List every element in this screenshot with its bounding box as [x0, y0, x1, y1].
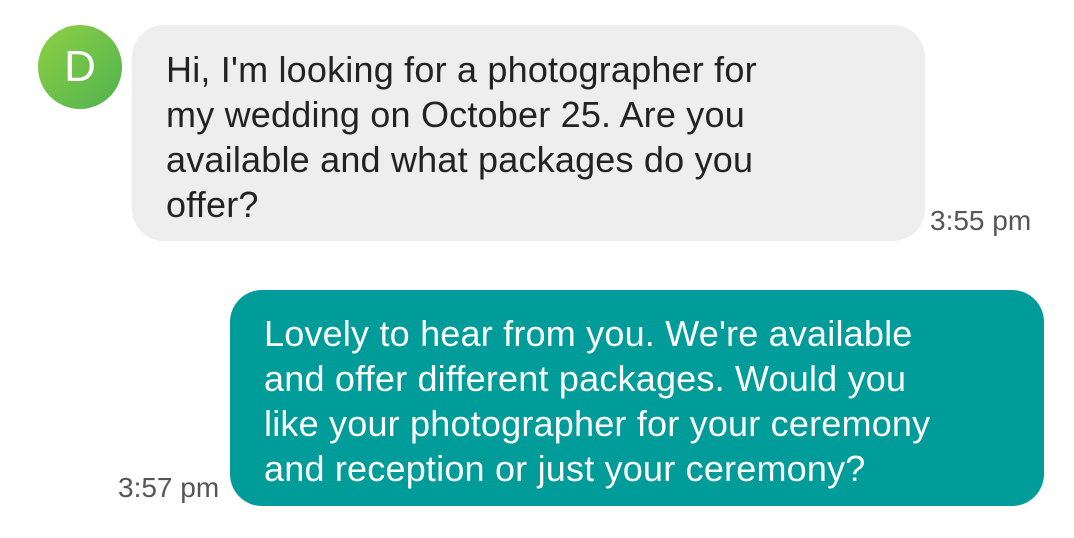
outgoing-message-bubble[interactable]: Lovely to hear from you. We're available… — [230, 290, 1044, 506]
message-text-line: available and what packages do you — [166, 139, 754, 180]
message-text-line: like your photographer for your ceremony — [264, 403, 931, 444]
message-text-line: and offer different packages. Would you — [264, 358, 907, 399]
incoming-message-bubble[interactable]: Hi, I'm looking for a photographer for m… — [132, 25, 925, 241]
incoming-message-timestamp: 3:55 pm — [930, 205, 1032, 236]
outgoing-message-timestamp: 3:57 pm — [118, 472, 220, 503]
message-text-line: Lovely to hear from you. We're available — [264, 313, 913, 354]
contact-avatar[interactable]: D — [38, 25, 122, 109]
message-text-line: my wedding on October 25. Are you — [166, 94, 745, 135]
message-text-line: Hi, I'm looking for a photographer for — [166, 49, 757, 90]
message-text-line: offer? — [166, 184, 259, 225]
message-text-line: and reception or just your ceremony? — [264, 448, 866, 489]
